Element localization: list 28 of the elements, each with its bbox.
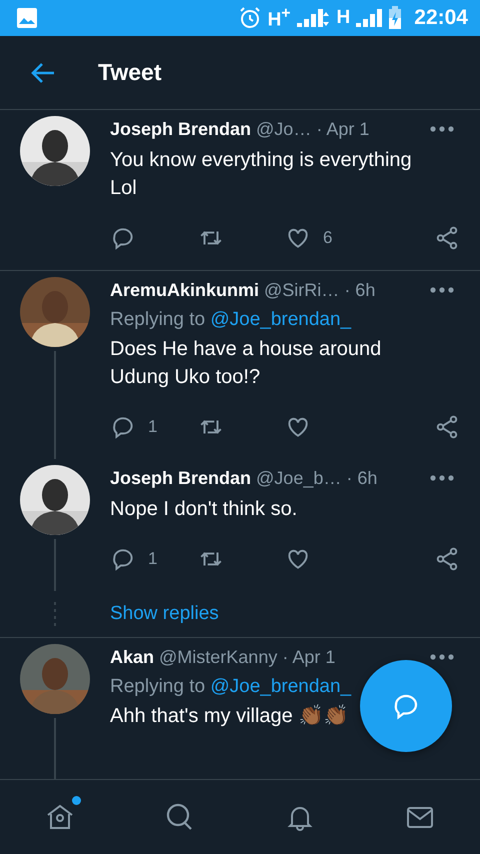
replying-to-text: Replying to @Joe_brendan_ bbox=[110, 676, 352, 698]
mention-link[interactable]: @Joe_brendan_ bbox=[210, 676, 352, 697]
author-name[interactable]: AremuAkinkunmi bbox=[110, 280, 260, 300]
tweet-text: You know everything is everything Lol bbox=[110, 148, 413, 201]
tweet-text: Nope I don't think so. bbox=[110, 497, 298, 522]
show-replies-link[interactable]: Show replies bbox=[110, 603, 219, 625]
author-name[interactable]: Joseph Brendan bbox=[110, 118, 252, 140]
network-type: H$^{+}$ bbox=[268, 4, 291, 32]
tweet-time: · 6h bbox=[346, 468, 378, 488]
tweet-time: · Apr 1 bbox=[316, 118, 370, 140]
like-count: 6 bbox=[323, 228, 332, 248]
author-handle: @Joe_b… bbox=[256, 468, 342, 488]
author-handle: @SirRi… bbox=[264, 280, 340, 300]
mention-link[interactable]: @Joe_brendan_ bbox=[210, 309, 352, 330]
author-handle: @Jo… bbox=[256, 118, 312, 140]
clock-time: 22:04 bbox=[414, 6, 468, 30]
author-handle: @MisterKanny bbox=[159, 646, 278, 668]
reply-count: 1 bbox=[148, 417, 158, 437]
replying-to-text: Replying to @Joe_brendan_ bbox=[110, 309, 352, 331]
tweet-time: · Apr 1 bbox=[282, 646, 336, 668]
tweet-text: Ahh that's my village 👏🏾👏🏾 bbox=[110, 704, 348, 729]
author-name[interactable]: Joseph Brendan bbox=[110, 468, 252, 488]
network-type: H bbox=[336, 7, 350, 29]
author-name[interactable]: Akan bbox=[110, 646, 154, 668]
tweet-time: · 6h bbox=[344, 280, 376, 300]
page-title: Tweet bbox=[98, 59, 162, 86]
reply-count: 1 bbox=[148, 549, 158, 569]
tweet-text: Does He have a house around Udung Uko too!? bbox=[110, 337, 382, 390]
